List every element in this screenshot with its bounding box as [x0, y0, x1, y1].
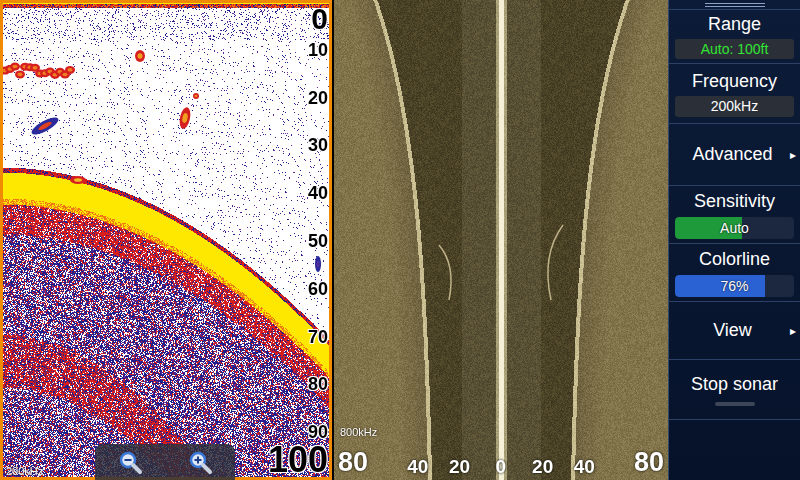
range-scale-label: 20: [449, 457, 470, 476]
value-field[interactable]: 200kHz: [675, 96, 794, 117]
menu-item[interactable]: Sensitivity Auto: [669, 186, 800, 244]
range-scale-label: 40: [574, 457, 595, 476]
menu-item-label: Advanced: [679, 144, 786, 166]
range-scale-label: 80: [338, 449, 368, 476]
menu-item-label: Frequency: [669, 71, 800, 93]
range-scale-label: 40: [407, 457, 428, 476]
frequency-label: 800kHz: [340, 426, 377, 438]
slider-value: Auto: [675, 217, 794, 239]
submenu-row: Advanced▸: [669, 144, 800, 166]
sonar-menu: RangeAuto: 100ftFrequency200kHzAdvanced▸…: [668, 0, 800, 480]
submenu-arrow-icon: ▸: [786, 148, 796, 162]
depth-surface-label: 0: [311, 4, 328, 34]
menu-item[interactable]: Range Auto: 100ft: [669, 10, 800, 64]
menu-item[interactable]: Frequency 200kHz: [669, 64, 800, 124]
sonar-screen: 0 10 20 30 40 50 60 70 80 90100 200kHz 800kHz 80 40 2…: [0, 0, 800, 480]
sidescan-image: [334, 0, 668, 480]
slider-track[interactable]: Auto: [675, 217, 794, 239]
value-field[interactable]: Auto: 100ft: [675, 39, 794, 60]
sonar-view: 0 10 20 30 40 50 60 70 80 90100 200kHz: [0, 0, 332, 480]
depth-tick: 90: [308, 423, 328, 441]
depth-range-label: 100: [268, 442, 328, 478]
depth-tick: 70: [308, 328, 328, 346]
range-scale-label: 20: [532, 457, 553, 476]
menu-item[interactable]: Advanced▸: [669, 124, 800, 186]
depth-tick: 80: [308, 375, 328, 393]
zoom-controls: [95, 444, 235, 480]
toggle-indicator: [715, 402, 755, 406]
slider-value: 76%: [675, 275, 794, 297]
depth-tick: 30: [308, 136, 328, 154]
sonar-image: [0, 0, 332, 480]
depth-tick: 20: [308, 89, 328, 107]
zoom-in-icon[interactable]: [187, 449, 213, 475]
menu-item-label: Stop sonar: [669, 374, 800, 396]
menu-item[interactable]: Stop sonar: [669, 360, 800, 420]
menu-handle[interactable]: [669, 0, 800, 10]
range-scale-label: 80: [634, 449, 664, 476]
depth-tick: 50: [308, 232, 328, 250]
menu-item[interactable]: View▸: [669, 302, 800, 360]
slider-track[interactable]: 76%: [675, 275, 794, 297]
submenu-row: View▸: [669, 320, 800, 342]
menu-item-label: View: [679, 320, 786, 342]
menu-item-label: Sensitivity: [669, 191, 800, 213]
menu-filler: [669, 420, 800, 480]
frequency-label: 200kHz: [6, 465, 43, 477]
depth-tick: 60: [308, 280, 328, 298]
depth-tick: 10: [308, 41, 328, 59]
menu-item-label: Colorline: [669, 249, 800, 271]
submenu-arrow-icon: ▸: [786, 324, 796, 338]
slider-fill: [675, 275, 765, 297]
menu-item[interactable]: Colorline 76%: [669, 244, 800, 302]
range-scale-label: 0: [496, 457, 507, 476]
sidescan-view: 800kHz 80 40 20 0 20 40 80: [334, 0, 668, 480]
zoom-out-icon[interactable]: [117, 449, 143, 475]
depth-tick: 40: [308, 184, 328, 202]
menu-item-label: Range: [669, 14, 800, 36]
